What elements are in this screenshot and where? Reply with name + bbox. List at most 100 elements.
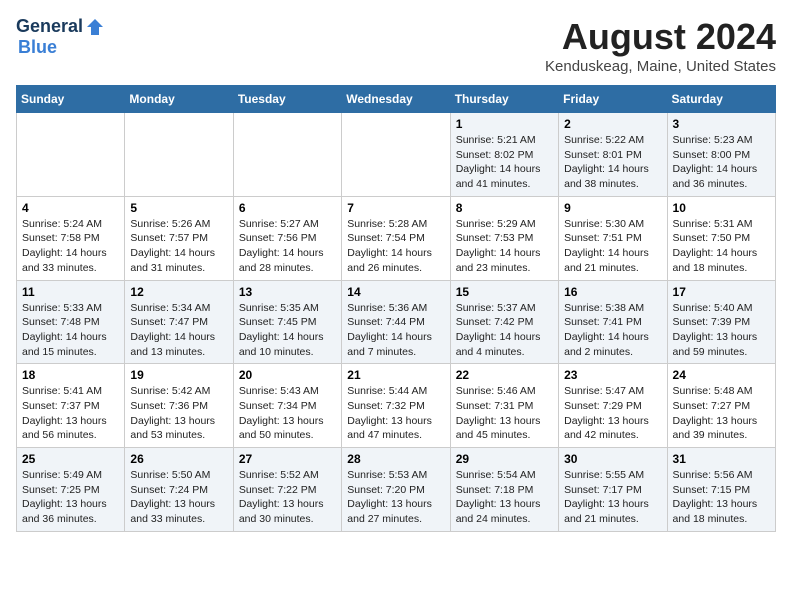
- cell-content: Sunrise: 5:44 AM Sunset: 7:32 PM Dayligh…: [347, 384, 444, 443]
- title-area: August 2024 Kenduskeag, Maine, United St…: [545, 16, 776, 75]
- calendar-cell: 30 Sunrise: 5:55 AM Sunset: 7:17 PM Dayli…: [559, 448, 667, 532]
- cell-content: Sunrise: 5:34 AM Sunset: 7:47 PM Dayligh…: [130, 301, 227, 360]
- cell-content: Sunrise: 5:38 AM Sunset: 7:41 PM Dayligh…: [564, 301, 661, 360]
- cell-content: Sunrise: 5:30 AM Sunset: 7:51 PM Dayligh…: [564, 217, 661, 276]
- location-title: Kenduskeag, Maine, United States: [545, 58, 776, 75]
- day-number: 30: [564, 452, 661, 466]
- calendar-cell: 26 Sunrise: 5:50 AM Sunset: 7:24 PM Dayli…: [125, 448, 233, 532]
- day-number: 27: [239, 452, 336, 466]
- calendar-cell: 4 Sunrise: 5:24 AM Sunset: 7:58 PM Daylig…: [17, 196, 125, 280]
- day-number: 25: [22, 452, 119, 466]
- calendar-cell: 9 Sunrise: 5:30 AM Sunset: 7:51 PM Daylig…: [559, 196, 667, 280]
- calendar-cell: 1Sunrise: 5:21 AM Sunset: 8:02 PM Daylig…: [450, 113, 558, 197]
- cell-content: Sunrise: 5:31 AM Sunset: 7:50 PM Dayligh…: [673, 217, 770, 276]
- day-number: 8: [456, 201, 553, 215]
- calendar-cell: 11 Sunrise: 5:33 AM Sunset: 7:48 PM Dayli…: [17, 280, 125, 364]
- col-header-saturday: Saturday: [667, 86, 775, 113]
- calendar-cell: 17 Sunrise: 5:40 AM Sunset: 7:39 PM Dayli…: [667, 280, 775, 364]
- day-number: 11: [22, 285, 119, 299]
- day-number: 10: [673, 201, 770, 215]
- calendar-cell: 7 Sunrise: 5:28 AM Sunset: 7:54 PM Daylig…: [342, 196, 450, 280]
- col-header-tuesday: Tuesday: [233, 86, 341, 113]
- cell-content: Sunrise: 5:37 AM Sunset: 7:42 PM Dayligh…: [456, 301, 553, 360]
- cell-content: Sunrise: 5:40 AM Sunset: 7:39 PM Dayligh…: [673, 301, 770, 360]
- calendar-cell: 19 Sunrise: 5:42 AM Sunset: 7:36 PM Dayli…: [125, 364, 233, 448]
- cell-content: Sunrise: 5:42 AM Sunset: 7:36 PM Dayligh…: [130, 384, 227, 443]
- cell-content: Sunrise: 5:46 AM Sunset: 7:31 PM Dayligh…: [456, 384, 553, 443]
- day-number: 28: [347, 452, 444, 466]
- calendar-cell: 18Sunrise: 5:41 AM Sunset: 7:37 PM Dayli…: [17, 364, 125, 448]
- logo: General Blue: [16, 16, 105, 58]
- calendar-cell: 10 Sunrise: 5:31 AM Sunset: 7:50 PM Dayli…: [667, 196, 775, 280]
- day-number: 7: [347, 201, 444, 215]
- day-number: 17: [673, 285, 770, 299]
- calendar-cell: 8 Sunrise: 5:29 AM Sunset: 7:53 PM Daylig…: [450, 196, 558, 280]
- day-number: 4: [22, 201, 119, 215]
- cell-content: Sunrise: 5:22 AM Sunset: 8:01 PM Dayligh…: [564, 133, 661, 192]
- calendar-cell: [125, 113, 233, 197]
- day-number: 15: [456, 285, 553, 299]
- calendar-cell: 22 Sunrise: 5:46 AM Sunset: 7:31 PM Dayli…: [450, 364, 558, 448]
- calendar-cell: [17, 113, 125, 197]
- calendar-cell: 5Sunrise: 5:26 AM Sunset: 7:57 PM Daylig…: [125, 196, 233, 280]
- cell-content: Sunrise: 5:55 AM Sunset: 7:17 PM Dayligh…: [564, 468, 661, 527]
- day-number: 26: [130, 452, 227, 466]
- cell-content: Sunrise: 5:47 AM Sunset: 7:29 PM Dayligh…: [564, 384, 661, 443]
- col-header-wednesday: Wednesday: [342, 86, 450, 113]
- cell-content: Sunrise: 5:33 AM Sunset: 7:48 PM Dayligh…: [22, 301, 119, 360]
- day-number: 5: [130, 201, 227, 215]
- cell-content: Sunrise: 5:43 AM Sunset: 7:34 PM Dayligh…: [239, 384, 336, 443]
- day-number: 22: [456, 368, 553, 382]
- day-number: 29: [456, 452, 553, 466]
- cell-content: Sunrise: 5:53 AM Sunset: 7:20 PM Dayligh…: [347, 468, 444, 527]
- cell-content: Sunrise: 5:23 AM Sunset: 8:00 PM Dayligh…: [673, 133, 770, 192]
- month-title: August 2024: [545, 16, 776, 58]
- calendar-cell: 16 Sunrise: 5:38 AM Sunset: 7:41 PM Dayli…: [559, 280, 667, 364]
- cell-content: Sunrise: 5:28 AM Sunset: 7:54 PM Dayligh…: [347, 217, 444, 276]
- calendar-cell: 23Sunrise: 5:47 AM Sunset: 7:29 PM Dayli…: [559, 364, 667, 448]
- cell-content: Sunrise: 5:35 AM Sunset: 7:45 PM Dayligh…: [239, 301, 336, 360]
- day-number: 12: [130, 285, 227, 299]
- calendar-cell: [233, 113, 341, 197]
- col-header-friday: Friday: [559, 86, 667, 113]
- day-number: 13: [239, 285, 336, 299]
- day-number: 14: [347, 285, 444, 299]
- day-number: 31: [673, 452, 770, 466]
- day-number: 3: [673, 117, 770, 131]
- calendar-cell: 3 Sunrise: 5:23 AM Sunset: 8:00 PM Daylig…: [667, 113, 775, 197]
- day-number: 6: [239, 201, 336, 215]
- logo-blue: Blue: [18, 37, 57, 57]
- day-number: 20: [239, 368, 336, 382]
- cell-content: Sunrise: 5:50 AM Sunset: 7:24 PM Dayligh…: [130, 468, 227, 527]
- calendar-cell: 25Sunrise: 5:49 AM Sunset: 7:25 PM Dayli…: [17, 448, 125, 532]
- calendar-table: SundayMondayTuesdayWednesdayThursdayFrid…: [16, 85, 776, 532]
- calendar-cell: 28 Sunrise: 5:53 AM Sunset: 7:20 PM Dayli…: [342, 448, 450, 532]
- col-header-thursday: Thursday: [450, 86, 558, 113]
- calendar-cell: 15 Sunrise: 5:37 AM Sunset: 7:42 PM Dayli…: [450, 280, 558, 364]
- calendar-cell: 13 Sunrise: 5:35 AM Sunset: 7:45 PM Dayli…: [233, 280, 341, 364]
- cell-content: Sunrise: 5:56 AM Sunset: 7:15 PM Dayligh…: [673, 468, 770, 527]
- cell-content: Sunrise: 5:48 AM Sunset: 7:27 PM Dayligh…: [673, 384, 770, 443]
- col-header-monday: Monday: [125, 86, 233, 113]
- cell-content: Sunrise: 5:52 AM Sunset: 7:22 PM Dayligh…: [239, 468, 336, 527]
- calendar-cell: 12 Sunrise: 5:34 AM Sunset: 7:47 PM Dayli…: [125, 280, 233, 364]
- calendar-cell: 29Sunrise: 5:54 AM Sunset: 7:18 PM Dayli…: [450, 448, 558, 532]
- day-number: 16: [564, 285, 661, 299]
- calendar-cell: [342, 113, 450, 197]
- day-number: 9: [564, 201, 661, 215]
- cell-content: Sunrise: 5:24 AM Sunset: 7:58 PM Dayligh…: [22, 217, 119, 276]
- cell-content: Sunrise: 5:29 AM Sunset: 7:53 PM Dayligh…: [456, 217, 553, 276]
- calendar-cell: 14 Sunrise: 5:36 AM Sunset: 7:44 PM Dayli…: [342, 280, 450, 364]
- day-number: 21: [347, 368, 444, 382]
- cell-content: Sunrise: 5:36 AM Sunset: 7:44 PM Dayligh…: [347, 301, 444, 360]
- logo-general: General: [16, 16, 83, 37]
- calendar-cell: 20 Sunrise: 5:43 AM Sunset: 7:34 PM Dayli…: [233, 364, 341, 448]
- calendar-cell: 31 Sunrise: 5:56 AM Sunset: 7:15 PM Dayli…: [667, 448, 775, 532]
- header: General Blue August 2024 Kenduskeag, Mai…: [16, 16, 776, 75]
- cell-content: Sunrise: 5:41 AM Sunset: 7:37 PM Dayligh…: [22, 384, 119, 443]
- logo-icon: [85, 17, 105, 37]
- day-number: 2: [564, 117, 661, 131]
- calendar-cell: 21 Sunrise: 5:44 AM Sunset: 7:32 PM Dayli…: [342, 364, 450, 448]
- day-number: 24: [673, 368, 770, 382]
- day-number: 19: [130, 368, 227, 382]
